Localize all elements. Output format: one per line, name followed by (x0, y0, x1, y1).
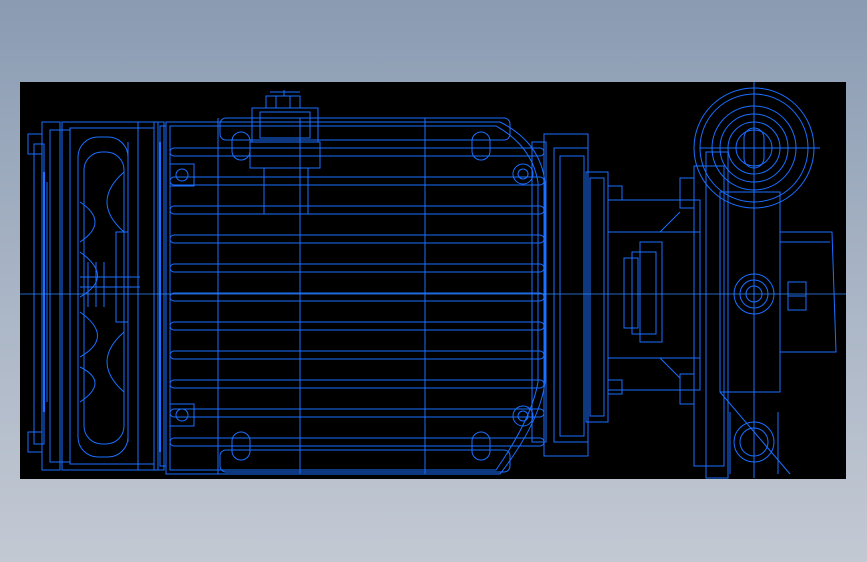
cooling-fin (169, 350, 545, 360)
motor-housing (165, 117, 546, 475)
fan-cover (27, 121, 159, 471)
cooling-fin (169, 379, 545, 389)
cad-viewport[interactable] (0, 0, 867, 562)
cooling-fin (169, 321, 545, 331)
cooling-fin (169, 176, 545, 186)
front-flange (512, 133, 623, 457)
gearbox-housing (607, 151, 837, 479)
terminal-box (249, 90, 321, 215)
end-shield-rear (153, 121, 167, 471)
cooling-fins (169, 147, 545, 447)
motor-wireframe-drawing (20, 82, 846, 479)
cooling-fin (169, 147, 545, 157)
cooling-fin (169, 205, 545, 215)
cooling-fin (169, 234, 545, 244)
cooling-fin (169, 408, 545, 418)
cooling-fin (169, 437, 545, 447)
drawing-canvas[interactable] (20, 82, 846, 479)
cooling-fin (169, 263, 545, 273)
bottom-mount-boss (719, 391, 791, 475)
